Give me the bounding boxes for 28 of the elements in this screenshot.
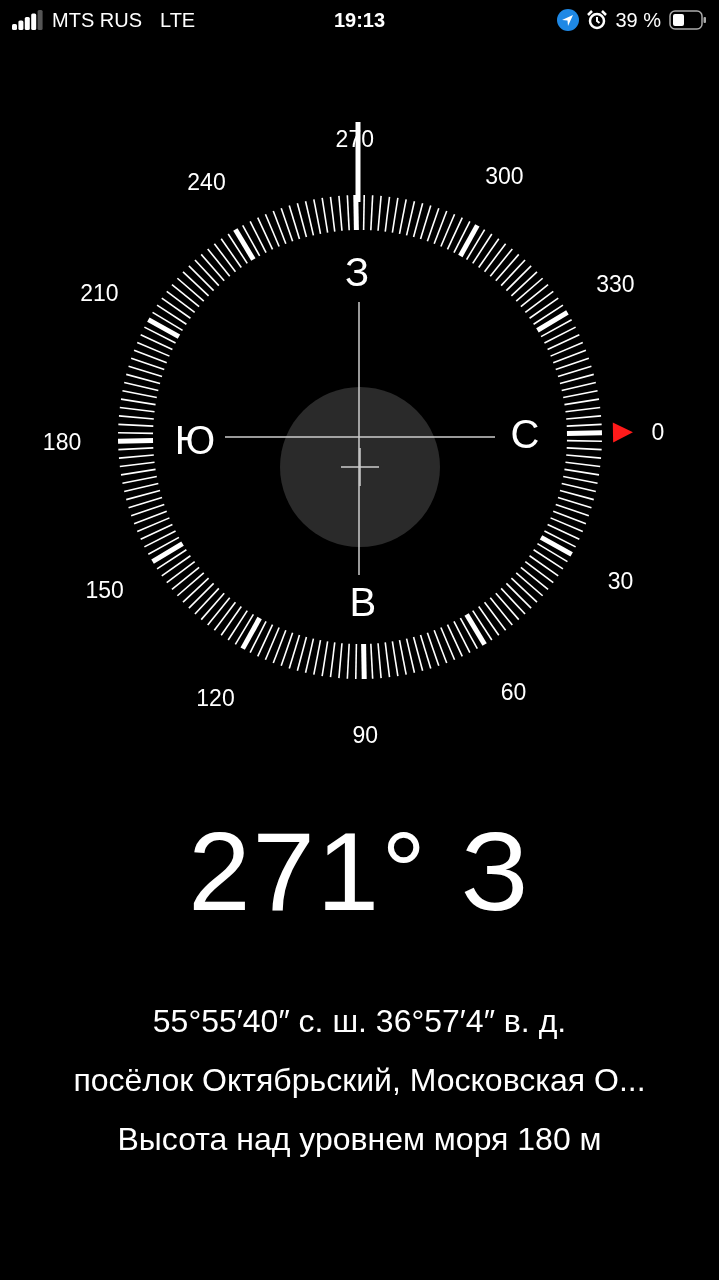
triangle-marker — [612, 422, 633, 443]
altitude-text: Высота над уровнем моря 180 м — [117, 1121, 602, 1159]
battery-percent: 39 % — [615, 8, 661, 32]
direction-letter: В — [349, 579, 377, 624]
heading-reading: 271° З — [187, 810, 532, 934]
location-name: посёлок Октябрьский, Московская О... — [73, 1062, 646, 1100]
degree-label: 300 — [485, 163, 524, 190]
alarm-icon — [587, 10, 608, 30]
location-icon — [557, 9, 580, 31]
network-type: LTE — [160, 8, 196, 32]
degree-label: 90 — [352, 721, 378, 748]
degree-label: 30 — [607, 568, 634, 595]
degree-label: 330 — [596, 270, 635, 297]
direction-letter: С — [510, 412, 540, 457]
battery-icon — [669, 10, 707, 30]
direction-letter: Ю — [174, 417, 216, 462]
degree-label: 210 — [80, 279, 119, 306]
degree-label: 120 — [196, 684, 235, 711]
degree-label: 180 — [42, 429, 82, 456]
degree-label: 240 — [187, 168, 226, 195]
degree-label: 60 — [500, 679, 527, 706]
degree-label: 0 — [651, 418, 665, 445]
coordinates-text: 55°55′40″ с. ш. 36°57′4″ в. д. — [152, 1003, 567, 1041]
signal-icon — [12, 10, 44, 30]
clock-time: 19:13 — [333, 8, 386, 32]
direction-letter: З — [345, 250, 370, 295]
degree-label: 150 — [85, 577, 124, 604]
carrier-name: MTS RUS — [52, 8, 142, 32]
